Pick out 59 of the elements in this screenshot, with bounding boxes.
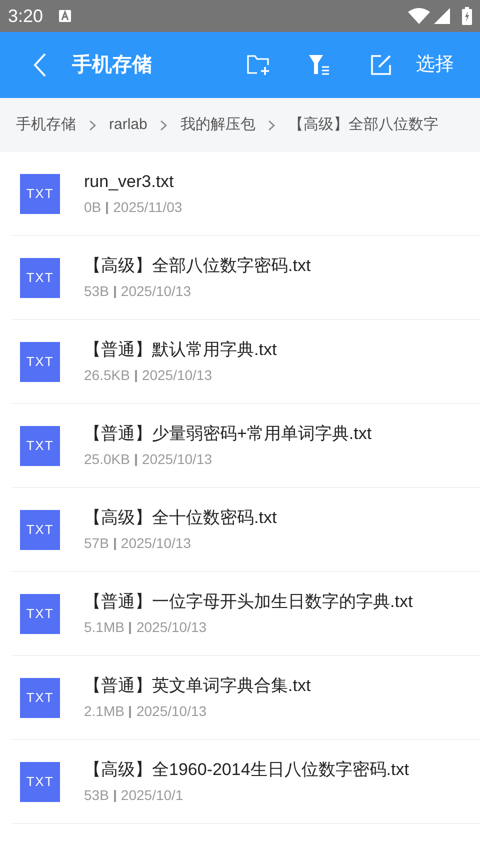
clock: 3:20 [8, 4, 44, 28]
file-name: 【高级】全部八位数字密码.txt [84, 254, 311, 277]
file-row[interactable]: TXT 【普通】少量弱密码+常用单词字典.txt 25.0KB 2025/10/13 [12, 404, 480, 488]
chevron-icon [160, 120, 168, 130]
file-name: 【普通】英文单词字典合集.txt [84, 674, 311, 697]
file-date: 2025/10/13 [120, 282, 191, 302]
file-date: 2025/10/13 [142, 450, 212, 470]
breadcrumb-item[interactable]: 手机存储 [16, 114, 76, 136]
file-row[interactable]: TXT 【普通】一位字母开头加生日数字的字典.txt 5.1MB 2025/10/13 [12, 572, 480, 656]
file-size: 2.1MB [84, 702, 124, 722]
file-row[interactable]: TXT 【高级】全十位数密码.txt 57B 2025/10/13 [12, 488, 480, 572]
battery-icon [462, 7, 472, 25]
breadcrumb-item[interactable]: rarlab [109, 114, 148, 136]
file-type-icon: TXT [20, 678, 60, 718]
back-icon [33, 52, 47, 78]
file-date: 2025/10/13 [120, 534, 191, 554]
file-date: 2025/10/13 [136, 618, 207, 638]
file-row[interactable]: TXT 【高级】全部八位数字密码.txt 53B 2025/10/13 [12, 236, 480, 320]
file-row[interactable]: TXT 【普通】默认常用字典.txt 26.5KB 2025/10/13 [12, 320, 480, 404]
file-size: 25.0KB [84, 450, 130, 470]
signal-icon [434, 8, 450, 24]
edit-button[interactable] [368, 52, 394, 78]
file-size: 53B [84, 786, 109, 806]
file-type-icon: TXT [20, 762, 60, 802]
file-date: 2025/10/13 [136, 702, 207, 722]
file-type-icon: TXT [20, 426, 60, 466]
file-date: 2025/11/03 [113, 198, 182, 218]
breadcrumb-item[interactable]: 【高级】全部八位数字 [288, 114, 438, 136]
new-folder-button[interactable] [246, 52, 272, 78]
file-type-icon: TXT [20, 258, 60, 298]
file-type-icon: TXT [20, 510, 60, 550]
file-row[interactable]: TXT run_ver3.txt 0B 2025/11/03 [12, 152, 480, 236]
file-row[interactable]: TXT 【普通】英文单词字典合集.txt 2.1MB 2025/10/13 [12, 656, 480, 740]
file-size: 0B [84, 198, 102, 218]
file-size: 26.5KB [84, 366, 130, 386]
file-size: 5.1MB [84, 618, 124, 638]
notification-icon [59, 10, 72, 22]
file-date: 2025/10/1 [120, 786, 184, 806]
file-date: 2025/10/13 [142, 366, 212, 386]
chevron-icon [89, 120, 96, 130]
file-name: 【普通】少量弱密码+常用单词字典.txt [84, 422, 372, 445]
breadcrumb-item[interactable]: 我的解压包 [180, 114, 256, 136]
wifi-icon [408, 8, 430, 24]
file-size: 53B [84, 282, 109, 302]
file-name: 【普通】一位字母开头加生日数字的字典.txt [84, 590, 413, 613]
file-type-icon: TXT [20, 174, 60, 214]
file-size: 57B [84, 534, 109, 554]
file-type-icon: TXT [20, 342, 60, 382]
file-name: 【高级】全十位数密码.txt [84, 506, 277, 529]
chevron-icon [268, 120, 276, 130]
folder-plus-icon [247, 55, 271, 75]
file-name: run_ver3.txt [84, 170, 175, 193]
file-row[interactable]: TXT 【高级】全1960-2014生日八位数字密码.txt 53B 2025/10/1 [12, 740, 480, 824]
file-type-icon: TXT [20, 594, 60, 634]
file-name: 【普通】默认常用字典.txt [84, 338, 277, 361]
page-title: 手机存储 [72, 53, 152, 78]
file-name: 【高级】全1960-2014生日八位数字密码.txt [84, 758, 409, 781]
filter-icon [308, 54, 330, 76]
edit-icon [370, 54, 392, 76]
